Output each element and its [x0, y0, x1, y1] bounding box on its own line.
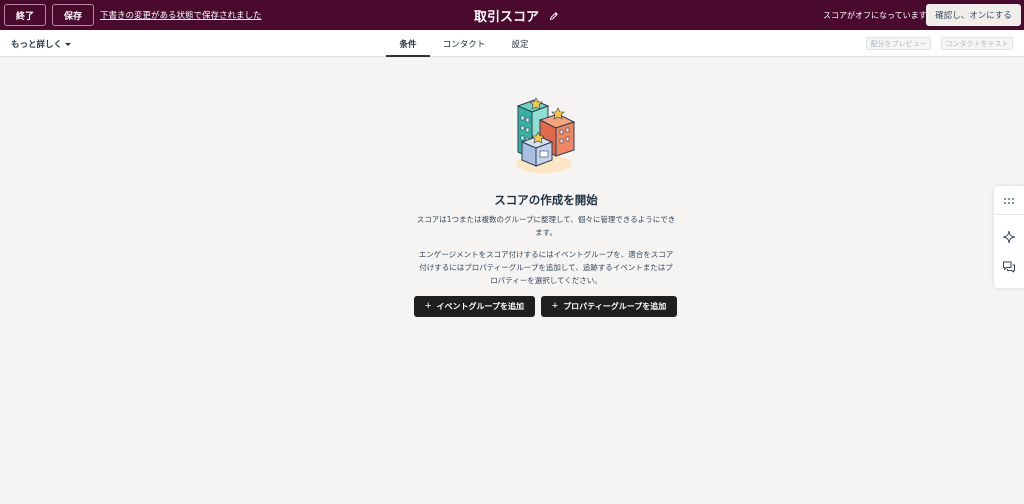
test-contact-button[interactable]: コンタクトをテスト [941, 37, 1013, 50]
pencil-icon[interactable] [549, 11, 559, 21]
draft-status-link[interactable]: 下書きの変更がある状態で保存されました [100, 9, 262, 21]
more-details-dropdown[interactable]: もっと詳しく [11, 38, 72, 50]
tab-settings[interactable]: 設定 [506, 30, 534, 57]
page-title: 取引スコア [474, 10, 540, 25]
side-panel-divider [994, 214, 1024, 215]
score-status-text: スコアがオフになっています [823, 11, 927, 20]
side-tools-panel [994, 186, 1024, 288]
sparkle-icon[interactable] [1002, 230, 1016, 244]
empty-state-heading: スコアの作成を開始 [494, 193, 598, 207]
empty-state-description-2: エンゲージメントをスコア付けするにはイベントグループを、適合をスコア付けするには… [418, 250, 674, 285]
empty-state-description-1: スコアは1つまたは複数のグループに整理して、個々に管理できるようにできます。 [416, 215, 676, 237]
more-details-label: もっと詳しく [11, 40, 63, 50]
plus-icon: + [425, 300, 432, 312]
tab-contacts[interactable]: コンタクト [440, 30, 488, 57]
add-event-group-label: イベントグループを追加 [436, 302, 524, 311]
plus-icon: + [551, 300, 559, 312]
title-group: 取引スコア [474, 6, 559, 25]
add-property-group-button[interactable]: + プロパティーグループを追加 [541, 296, 677, 317]
exit-button[interactable]: 終了 [4, 4, 46, 26]
add-event-group-button[interactable]: + イベントグループを追加 [414, 296, 535, 317]
tab-conditions[interactable]: 条件 [386, 30, 430, 57]
chat-icon[interactable] [1002, 260, 1016, 274]
review-and-turn-on-button[interactable]: 確認し、オンにする [926, 4, 1021, 26]
caret-down-icon [65, 43, 72, 46]
buildings-illustration [516, 97, 576, 173]
top-bar: 終了 保存 下書きの変更がある状態で保存されました 取引スコア スコアがオフにな… [0, 0, 1024, 30]
save-button[interactable]: 保存 [52, 4, 94, 26]
sub-header: もっと詳しく 条件 コンタクト 設定 配分をプレビュー コンタクトをテスト [0, 30, 1024, 57]
add-property-group-label: プロパティーグループを追加 [563, 302, 667, 311]
grid-dots-icon[interactable] [1002, 194, 1016, 208]
preview-distribution-button[interactable]: 配分をプレビュー [866, 37, 931, 50]
